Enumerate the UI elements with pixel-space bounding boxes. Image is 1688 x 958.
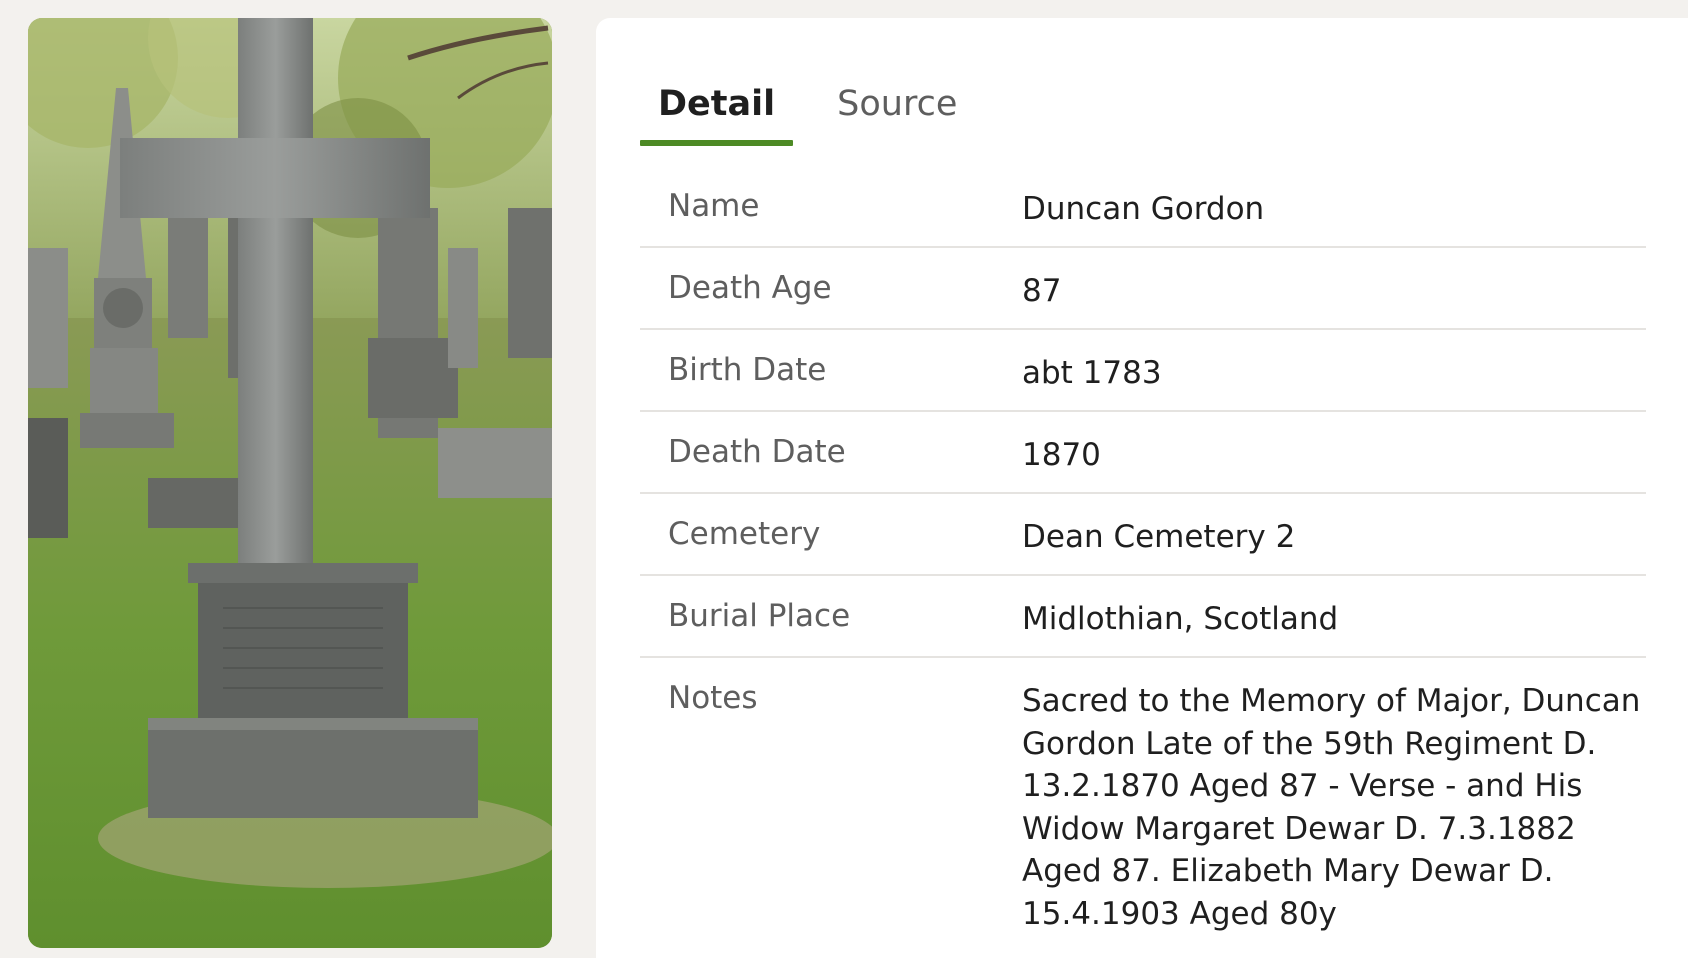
field-row-name: Name Duncan Gordon — [640, 166, 1646, 248]
field-label: Burial Place — [668, 598, 851, 634]
field-label: Notes — [668, 680, 758, 716]
detail-card: Detail Source Name Duncan Gordon Death A… — [596, 18, 1688, 958]
field-value: Duncan Gordon — [1022, 191, 1265, 227]
field-value: Midlothian, Scotland — [1022, 601, 1339, 637]
field-value: Sacred to the Memory of Major, Duncan Go… — [1022, 683, 1641, 932]
field-row-burial-place: Burial Place Midlothian, Scotland — [640, 576, 1646, 658]
field-label: Cemetery — [668, 516, 821, 552]
tab-bar: Detail Source — [640, 62, 975, 146]
field-value[interactable]: Dean Cemetery 2 — [1022, 494, 1646, 574]
field-value: abt 1783 — [1022, 355, 1162, 391]
field-row-notes: Notes Sacred to the Memory of Major, Dun… — [640, 658, 1646, 935]
field-row-death-age: Death Age 87 — [640, 248, 1646, 330]
gravestone-photo[interactable] — [28, 18, 552, 948]
field-label: Death Date — [668, 434, 846, 470]
detail-table: Name Duncan Gordon Death Age 87 Birth Da… — [640, 166, 1646, 935]
field-value: 1870 — [1022, 437, 1101, 473]
field-label: Name — [668, 188, 760, 224]
field-row-death-date: Death Date 1870 — [640, 412, 1646, 494]
field-value: 87 — [1022, 273, 1062, 309]
tab-source[interactable]: Source — [819, 62, 975, 146]
field-row-birth-date: Birth Date abt 1783 — [640, 330, 1646, 412]
tab-detail[interactable]: Detail — [640, 62, 794, 146]
gravestone-photo-illustration — [28, 18, 552, 948]
field-label: Birth Date — [668, 352, 827, 388]
record-page: Detail Source Name Duncan Gordon Death A… — [0, 0, 1688, 958]
field-row-cemetery: Cemetery Dean Cemetery 2 — [640, 494, 1646, 576]
field-label: Death Age — [668, 270, 832, 306]
